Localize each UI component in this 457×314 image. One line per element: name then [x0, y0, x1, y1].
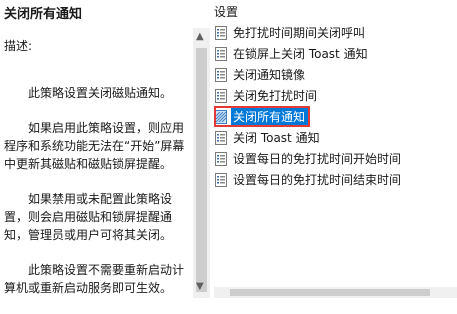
list-item[interactable]: 关闭免打扰时间: [214, 85, 457, 106]
policy-setting-icon: [214, 88, 228, 103]
list-item-selected[interactable]: 关闭所有通知: [214, 106, 457, 127]
list-item-label: 免打扰时间期间关闭呼叫: [233, 26, 366, 40]
horizontal-scrollbar[interactable]: [214, 287, 457, 298]
list-item-label: 关闭所有通知: [233, 110, 306, 124]
list-item[interactable]: 设置每日的免打扰时间结束时间: [214, 169, 457, 190]
list-item-label: 关闭免打扰时间: [233, 89, 318, 103]
list-item-label: 设置每日的免打扰时间开始时间: [233, 152, 402, 166]
settings-list: 免打扰时间期间关闭呼叫 在锁屏上关闭 Toast 通知 关闭通知镜像 关闭免打扰…: [214, 22, 457, 190]
policy-setting-icon: [214, 46, 228, 61]
scroll-up-icon[interactable]: ▲: [196, 32, 204, 42]
policy-setting-icon: [214, 109, 228, 124]
list-item[interactable]: 设置每日的免打扰时间开始时间: [214, 148, 457, 169]
list-item[interactable]: 在锁屏上关闭 Toast 通知: [214, 43, 457, 64]
scrollbar-thumb[interactable]: [230, 289, 430, 296]
description-paragraph: 如果启用此策略设置，则应用程序和系统功能无法在“开始”屏幕中更新其磁贴和磁贴锁屏…: [4, 121, 185, 171]
policy-setting-icon: [214, 25, 228, 40]
policy-title: 关闭所有通知: [4, 7, 83, 22]
list-item[interactable]: 免打扰时间期间关闭呼叫: [214, 22, 457, 43]
list-item-label: 设置每日的免打扰时间结束时间: [233, 173, 402, 187]
policy-setting-icon: [214, 67, 228, 82]
list-item[interactable]: 关闭 Toast 通知: [214, 127, 457, 148]
description-scrollbar[interactable]: ▲ ▼: [193, 28, 210, 298]
policy-setting-icon: [214, 151, 228, 166]
description-paragraph: 如果禁用或未配置此策略设置，则会启用磁贴和锁屏提醒通知，管理员或用户可将其关闭。: [4, 192, 173, 242]
list-item-label: 在锁屏上关闭 Toast 通知: [233, 47, 368, 61]
description-paragraph: 此策略设置关闭磁贴通知。: [28, 86, 173, 100]
list-item[interactable]: 关闭通知镜像: [214, 64, 457, 85]
settings-column-header[interactable]: 设置: [214, 3, 238, 20]
description-paragraph: 此策略设置不需要重新启动计算机或重新启动服务即可生效。: [4, 263, 185, 295]
policy-setting-icon: [214, 172, 228, 187]
list-item-label: 关闭 Toast 通知: [233, 131, 320, 145]
policy-setting-icon: [214, 130, 228, 145]
description-label: 描述:: [4, 39, 33, 53]
scrollbar-thumb[interactable]: [196, 48, 207, 292]
list-item-label: 关闭通知镜像: [233, 68, 306, 82]
scroll-down-icon[interactable]: ▼: [196, 282, 204, 292]
description-text: 此策略设置关闭磁贴通知。 如果启用此策略设置，则应用程序和系统功能无法在“开始”…: [4, 84, 194, 314]
